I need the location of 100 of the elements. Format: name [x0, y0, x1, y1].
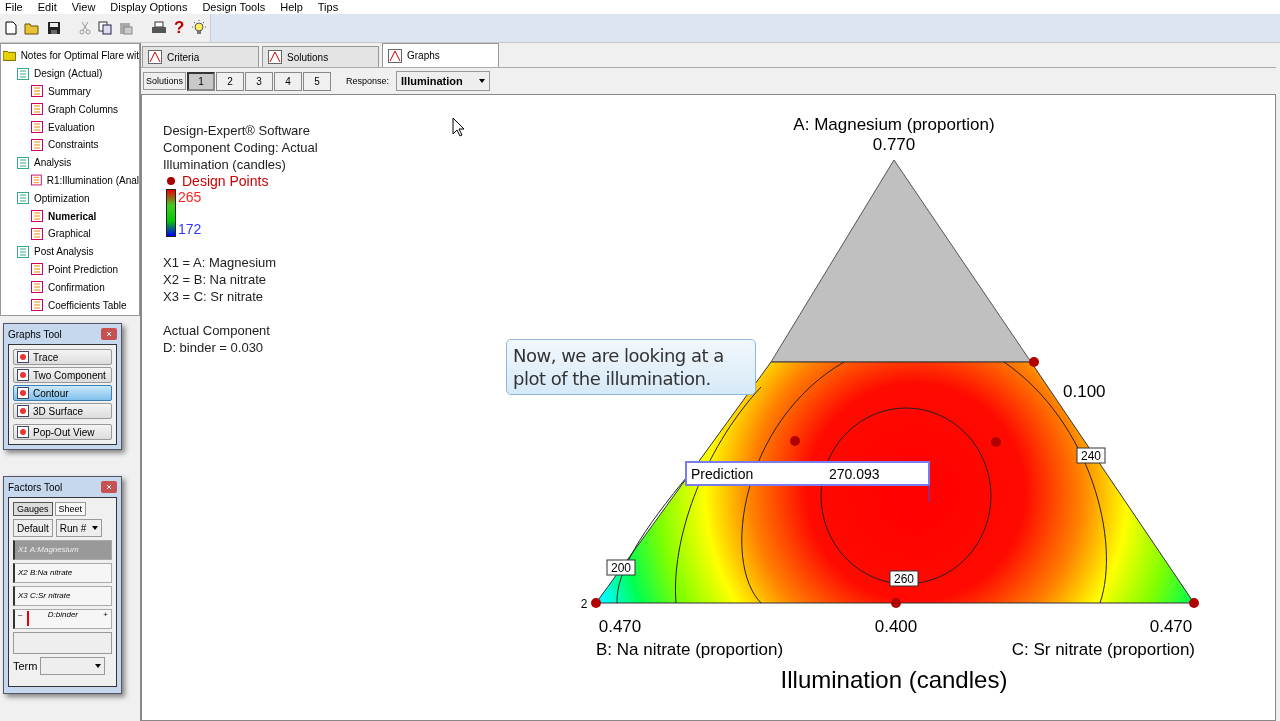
contour-label: 260 [889, 570, 919, 587]
tree-item[interactable]: Constraints [48, 139, 99, 151]
cursor-icon [452, 117, 466, 137]
tree-item[interactable]: Coefficients Table [48, 299, 127, 311]
tab[interactable]: Criteria [142, 46, 259, 67]
legend-text: D: binder = 0.030 [163, 339, 265, 356]
axis-value: 0.400 [874, 617, 918, 636]
tool-tab[interactable]: Gauges [13, 502, 53, 516]
graph-type-button[interactable]: 3D Surface [13, 403, 112, 419]
lightbulb-icon[interactable] [191, 20, 208, 36]
minus-label: – [18, 610, 23, 621]
tree-item[interactable]: Notes for Optimal Flare wit [20, 50, 139, 62]
scale-max: 265 [178, 189, 202, 205]
grid-icon [31, 138, 43, 151]
window-title: Factors Tool [8, 481, 63, 493]
grid-icon [31, 227, 43, 240]
chart-icon [17, 405, 29, 417]
grid-icon [17, 192, 29, 205]
term-dropdown[interactable] [40, 657, 106, 675]
close-icon[interactable] [101, 481, 117, 493]
design-point [1189, 598, 1199, 608]
grid-icon [31, 299, 43, 312]
design-point-icon [166, 176, 176, 186]
grid-icon [31, 263, 43, 276]
term-label: Term [13, 660, 38, 672]
menu-item[interactable]: Edit [37, 0, 57, 14]
tree-item[interactable]: R1:Illumination (Anal [46, 174, 139, 186]
menu-item[interactable]: View [71, 0, 96, 14]
chart-icon [268, 50, 282, 64]
tree-item[interactable]: Numerical [48, 210, 97, 222]
close-icon[interactable] [101, 328, 117, 340]
legend-text: Component Coding: Actual [163, 139, 318, 156]
tree-item[interactable]: Confirmation [48, 281, 105, 293]
legend-text: X3 = C: Sr nitrate [163, 288, 265, 305]
save-icon[interactable] [47, 21, 61, 35]
axis-title: C: Sr nitrate (proportion) [1011, 640, 1195, 659]
contour-label: 200 [606, 559, 636, 576]
legend-text: Illumination (candles) [163, 156, 287, 173]
prediction-label: Prediction [691, 466, 754, 482]
menu-item[interactable]: Design Tools [202, 0, 266, 14]
grid-icon [31, 210, 43, 223]
axis-title: A: Magnesium (proportion) [793, 115, 995, 134]
factor-row[interactable]: X2 B:Na nitrate [13, 563, 112, 583]
solution-button[interactable]: 3 [245, 71, 274, 91]
factor-row[interactable]: X3 C:Sr nitrate [13, 586, 112, 606]
prediction-value: 270.093 [829, 466, 880, 482]
menu-item[interactable]: File [5, 0, 23, 14]
value-field[interactable] [13, 632, 112, 654]
design-point [991, 437, 1001, 447]
solution-button[interactable]: 4 [274, 71, 303, 91]
chart-title: Illumination (candles) [780, 666, 1008, 693]
menu-item[interactable]: Help [280, 0, 303, 14]
tree-item[interactable]: Design (Actual) [34, 68, 103, 80]
solution-button[interactable]: 2 [216, 71, 245, 91]
grid-icon [17, 67, 29, 80]
menu-item[interactable]: Display Options [110, 0, 188, 14]
solution-button[interactable]: 1 [187, 71, 216, 91]
grid-icon [17, 156, 29, 169]
tree-item[interactable]: Post Analysis [34, 246, 94, 258]
solutions-label: Solutions [143, 72, 187, 90]
open-folder-icon[interactable] [24, 21, 40, 35]
chart-icon [17, 426, 29, 438]
tree-item[interactable]: Summary [48, 86, 91, 97]
chart-icon [17, 387, 29, 399]
paste-icon[interactable] [119, 21, 133, 35]
printer-icon[interactable] [151, 21, 167, 35]
menu-item[interactable]: Tips [317, 0, 339, 14]
response-dropdown[interactable]: Illumination [396, 71, 491, 91]
tree-item[interactable]: Analysis [34, 157, 72, 169]
slider-track[interactable]: – D:binder + [13, 609, 112, 629]
grid-icon [31, 85, 43, 98]
chart-icon [148, 50, 162, 64]
run-dropdown[interactable]: Run # [55, 519, 103, 537]
point-count: 2 [580, 597, 588, 611]
factor-label: D:binder [47, 610, 78, 621]
legend-text: Design-Expert® Software [163, 122, 311, 139]
help-button[interactable]: ? [174, 18, 185, 38]
tool-tab[interactable]: Sheet [54, 502, 87, 516]
response-label: Response: [346, 76, 390, 86]
tree-item[interactable]: Graphical [48, 228, 91, 240]
tab[interactable]: Graphs [382, 43, 499, 67]
new-file-icon[interactable] [5, 21, 17, 35]
grid-icon [31, 121, 43, 134]
tree-item[interactable]: Optimization [34, 192, 90, 204]
slider-thumb[interactable] [26, 611, 29, 626]
copy-icon[interactable] [98, 21, 112, 35]
tree-item[interactable]: Graph Columns [48, 103, 119, 115]
folder-icon [3, 50, 16, 62]
graph-type-button[interactable]: Pop-Out View [13, 424, 112, 440]
tree-item[interactable]: Evaluation [48, 121, 95, 133]
graph-type-button[interactable]: Contour [13, 385, 112, 401]
graph-type-button[interactable]: Two Component [13, 367, 112, 383]
contour-label: 240 [1076, 447, 1106, 464]
tree-item[interactable]: Point Prediction [48, 263, 119, 275]
tab[interactable]: Solutions [262, 46, 379, 67]
default-button[interactable]: Default [13, 519, 53, 537]
solution-button[interactable]: 5 [303, 71, 332, 91]
plus-label: + [103, 610, 108, 621]
graph-type-button[interactable]: Trace [13, 349, 112, 365]
axis-value: 0.470 [598, 617, 642, 636]
